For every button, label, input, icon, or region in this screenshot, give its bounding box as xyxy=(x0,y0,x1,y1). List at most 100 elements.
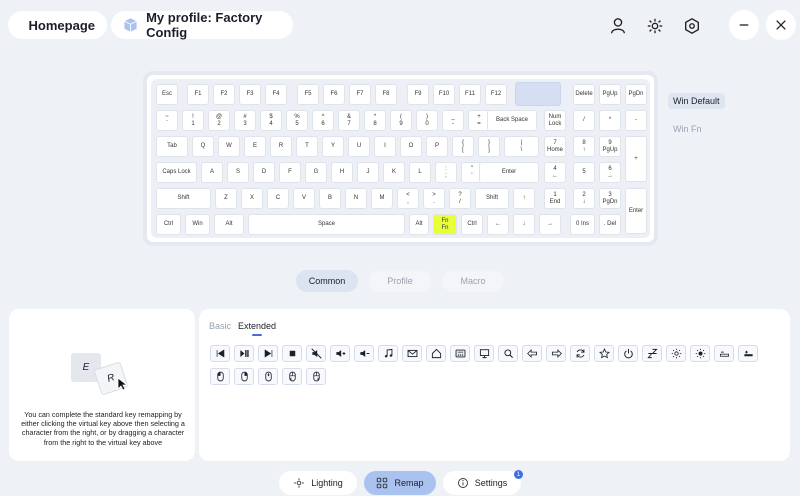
key-enter-r3c12[interactable]: Enter xyxy=(479,162,539,183)
key-fn-fn-r5c5[interactable]: Fn Fn xyxy=(433,214,457,235)
key-f6-r0c6[interactable]: F6 xyxy=(323,84,345,105)
key-esc-r0c0[interactable]: Esc xyxy=(156,84,178,105)
key-pgup-r0c15[interactable]: PgUp xyxy=(599,84,621,105)
key-symbol-r2c13[interactable]: | \ xyxy=(504,136,539,157)
brightness-up-key[interactable] xyxy=(690,345,710,362)
key-win-r5c1[interactable]: Win xyxy=(185,214,210,235)
key-1-end-r4c13[interactable]: 1 End xyxy=(544,188,566,209)
tab-macro[interactable]: Macro xyxy=(442,270,504,292)
brightness-icon[interactable] xyxy=(641,12,669,40)
key-q-r2c1[interactable]: Q xyxy=(192,136,214,157)
key-h-r3c6[interactable]: H xyxy=(331,162,353,183)
key-7-r1c7[interactable]: & 7 xyxy=(338,110,360,131)
brightness-down-key[interactable] xyxy=(666,345,686,362)
key-shift-r4c0[interactable]: Shift xyxy=(156,188,211,209)
volume-up-key[interactable] xyxy=(330,345,350,362)
play-pause-key[interactable] xyxy=(234,345,254,362)
key-5-r1c5[interactable]: % 5 xyxy=(286,110,308,131)
key-f5-r0c5[interactable]: F5 xyxy=(297,84,319,105)
key-a-r3c1[interactable]: A xyxy=(201,162,223,183)
mouse-back-key[interactable] xyxy=(282,368,302,385)
key-blank-r0c13[interactable] xyxy=(515,82,561,106)
key-x-r4c2[interactable]: X xyxy=(241,188,263,209)
nav-settings[interactable]: Settings xyxy=(443,471,521,495)
key-2-r1c2[interactable]: @2 xyxy=(208,110,230,131)
key-b-r4c5[interactable]: B xyxy=(319,188,341,209)
volume-down-key[interactable] xyxy=(354,345,374,362)
key-t-r2c5[interactable]: T xyxy=(296,136,318,157)
key-alt-r5c2[interactable]: Alt xyxy=(214,214,244,235)
key-6-r1c6[interactable]: ^ 6 xyxy=(312,110,334,131)
key-f4-r0c4[interactable]: F4 xyxy=(265,84,287,105)
mouse-forward-key[interactable] xyxy=(306,368,326,385)
key-symbol-r4c12[interactable]: ↑ xyxy=(513,188,535,209)
key-symbol-r3c10[interactable]: :; xyxy=(435,162,457,183)
key-i-r2c8[interactable]: I xyxy=(374,136,396,157)
refresh-key[interactable] xyxy=(570,345,590,362)
search-key[interactable] xyxy=(498,345,518,362)
tab-profile[interactable]: Profile xyxy=(369,270,431,292)
key-symbol-r2c11[interactable]: {[ xyxy=(452,136,474,157)
key-e-r2c3[interactable]: E xyxy=(244,136,266,157)
key-5-r3c14[interactable]: 5 xyxy=(573,162,595,183)
key-v-r4c4[interactable]: V xyxy=(293,188,315,209)
key-symbol-r4c9[interactable]: >. xyxy=(423,188,445,209)
tab-basic[interactable]: Basic xyxy=(209,321,231,331)
key-symbol-r4c10[interactable]: ? / xyxy=(449,188,471,209)
stop-key[interactable] xyxy=(282,345,302,362)
key-symbol-r1c17[interactable]: - xyxy=(625,110,647,131)
key-f7-r0c7[interactable]: F7 xyxy=(349,84,371,105)
key-3-pgdn-r4c15[interactable]: 3 PgDn xyxy=(599,188,621,209)
key-ctrl-r5c0[interactable]: Ctrl xyxy=(156,214,181,235)
key-z-r4c1[interactable]: Z xyxy=(215,188,237,209)
key-d-r3c3[interactable]: D xyxy=(253,162,275,183)
key-4-r1c4[interactable]: $4 xyxy=(260,110,282,131)
layer-win-default[interactable]: Win Default xyxy=(668,93,725,109)
key-s-r3c2[interactable]: S xyxy=(227,162,249,183)
key-f1-r0c1[interactable]: F1 xyxy=(187,84,209,105)
profile-selector[interactable]: My profile: Factory Config xyxy=(111,10,293,40)
power-key[interactable] xyxy=(618,345,638,362)
nav-lighting[interactable]: Lighting xyxy=(279,471,357,495)
favorite-key[interactable] xyxy=(594,345,614,362)
key-symbol-r2c17[interactable]: + xyxy=(625,136,647,182)
key-symbol-r1c16[interactable]: * xyxy=(599,110,621,131)
key-c-r4c3[interactable]: C xyxy=(267,188,289,209)
key-caps-lock-r3c0[interactable]: Caps Lock xyxy=(156,162,197,183)
key-tab-r2c0[interactable]: Tab xyxy=(156,136,188,157)
prev-track-key[interactable] xyxy=(210,345,230,362)
key-symbol-r5c9[interactable]: → xyxy=(539,214,561,235)
key-num-lock-r1c14[interactable]: Num Lock xyxy=(544,110,566,131)
key-9-pgup-r2c16[interactable]: 9 PgUp xyxy=(599,136,621,157)
key-4-r3c13[interactable]: 4 ← xyxy=(544,162,566,183)
home-key[interactable] xyxy=(426,345,446,362)
sleep-key[interactable] xyxy=(642,345,662,362)
key-8-r2c15[interactable]: 8 ↑ xyxy=(573,136,595,157)
minimize-button[interactable] xyxy=(729,10,759,40)
key-n-r4c6[interactable]: N xyxy=(345,188,367,209)
mouse-middle-key[interactable] xyxy=(258,368,278,385)
key-k-r3c8[interactable]: K xyxy=(383,162,405,183)
key-8-r1c8[interactable]: * 8 xyxy=(364,110,386,131)
computer-key[interactable] xyxy=(474,345,494,362)
forward-key[interactable] xyxy=(546,345,566,362)
key-u-r2c7[interactable]: U xyxy=(348,136,370,157)
key-3-r1c3[interactable]: #3 xyxy=(234,110,256,131)
key-delete-r0c14[interactable]: Delete xyxy=(573,84,595,105)
key-6-r3c15[interactable]: 6 → xyxy=(599,162,621,183)
mouse-right-key[interactable] xyxy=(234,368,254,385)
key-o-r2c9[interactable]: O xyxy=(400,136,422,157)
key-f-r3c4[interactable]: F xyxy=(279,162,301,183)
nav-remap[interactable]: Remap xyxy=(364,471,436,495)
key-f12-r0c12[interactable]: F12 xyxy=(485,84,507,105)
next-track-key[interactable] xyxy=(258,345,278,362)
mail-key[interactable] xyxy=(402,345,422,362)
mute-key[interactable] xyxy=(306,345,326,362)
key-symbol-r5c8[interactable]: ↓ xyxy=(513,214,535,235)
key-f2-r0c2[interactable]: F2 xyxy=(213,84,235,105)
key-0-ins-r5c10[interactable]: 0 Ins xyxy=(570,214,595,235)
key-enter-r4c16[interactable]: Enter xyxy=(625,188,647,234)
key-f3-r0c3[interactable]: F3 xyxy=(239,84,261,105)
backlight-down-key[interactable] xyxy=(714,345,734,362)
key-p-r2c10[interactable]: P xyxy=(426,136,448,157)
